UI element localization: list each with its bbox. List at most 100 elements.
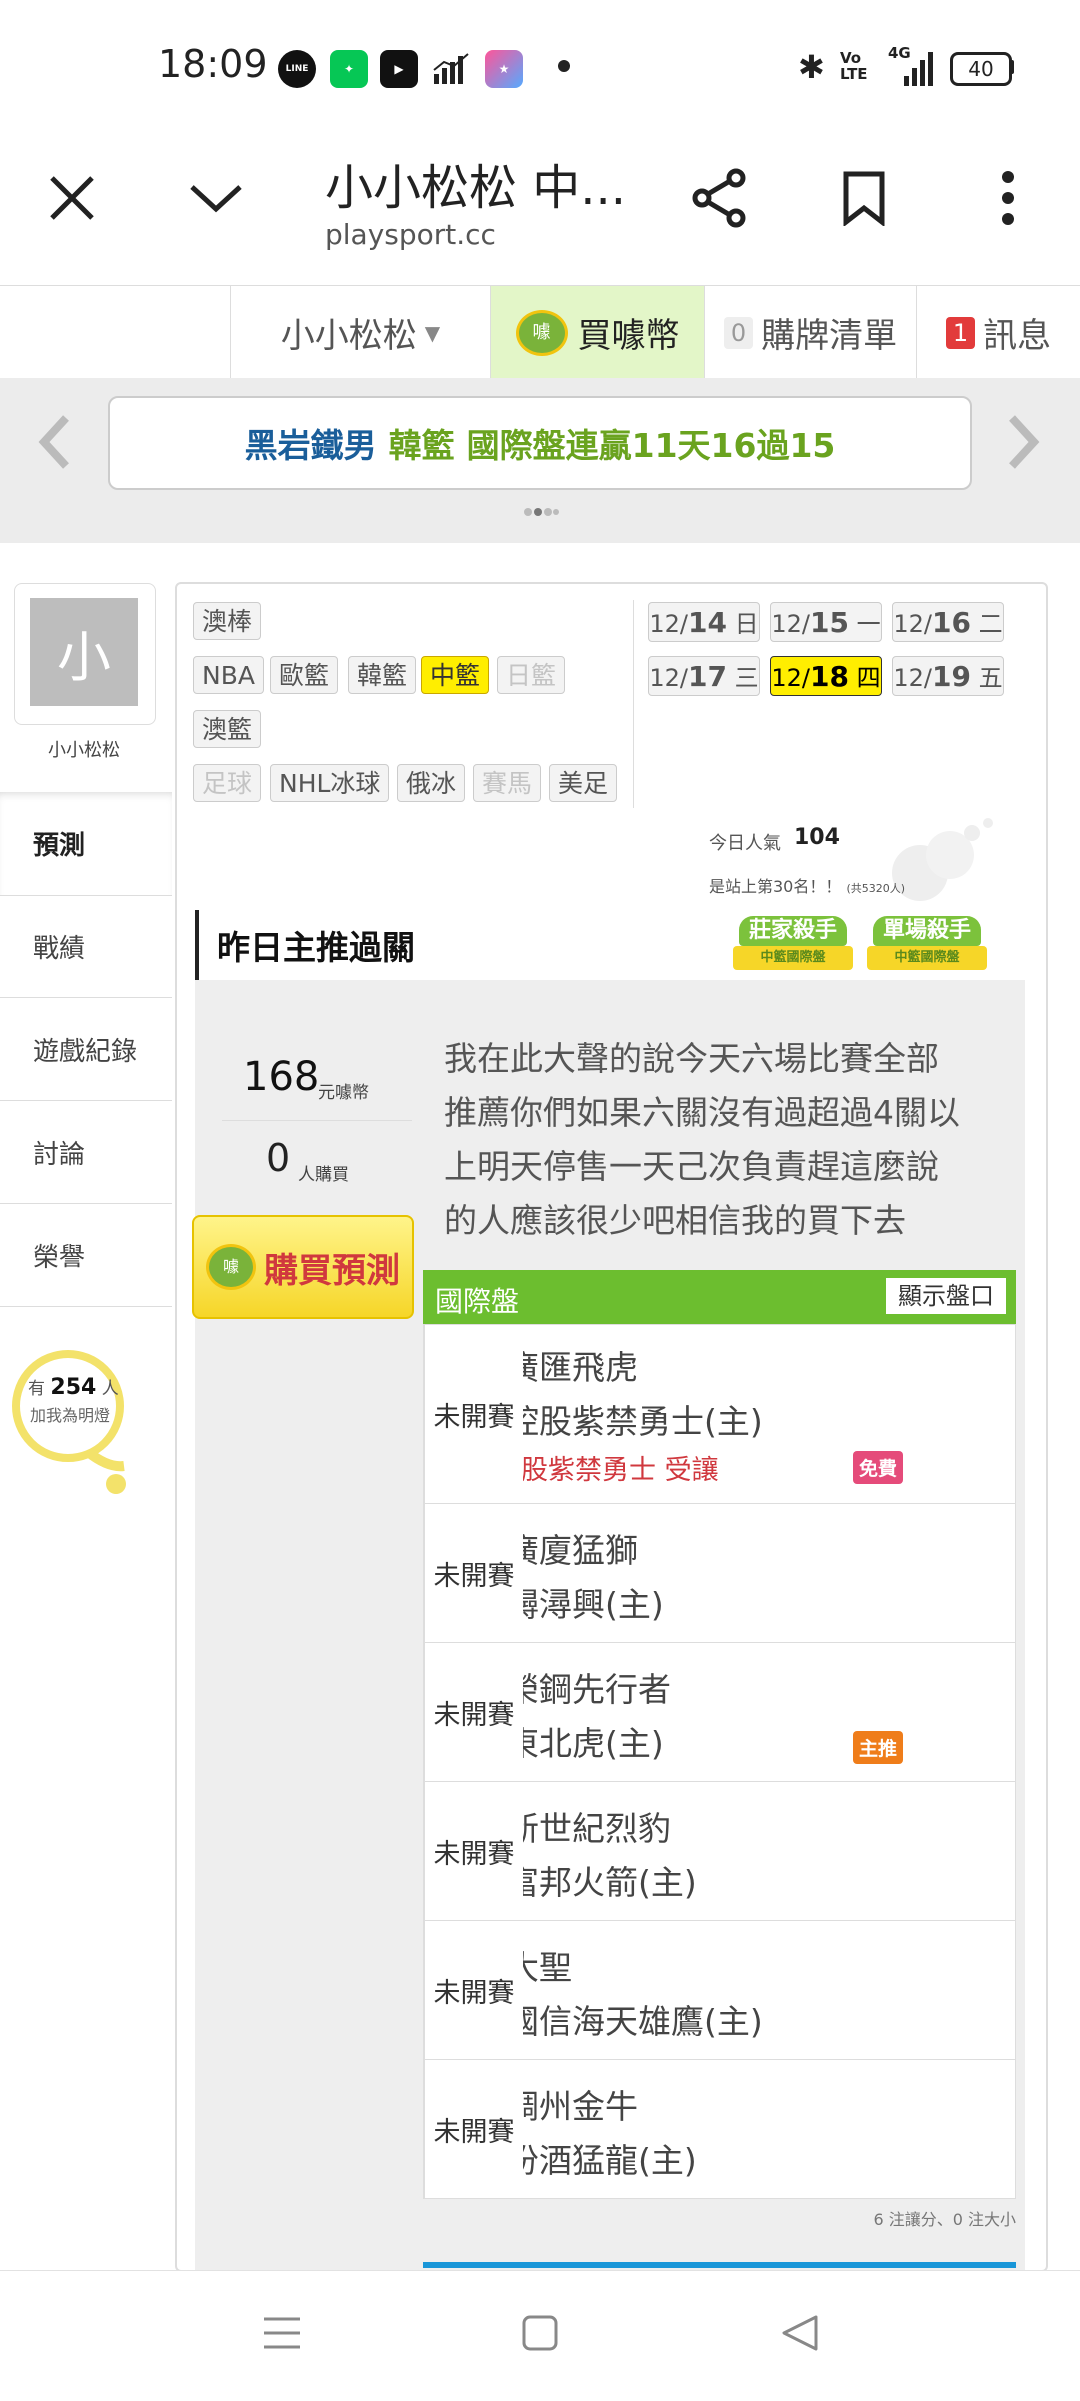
buyer-unit: 人購買 bbox=[298, 1165, 349, 1185]
league-tag-active[interactable]: 中籃 bbox=[421, 656, 490, 694]
game-app-icon: ★ bbox=[485, 50, 523, 88]
recent-apps-icon[interactable] bbox=[262, 2315, 302, 2355]
bookmark-icon[interactable] bbox=[824, 158, 904, 238]
system-nav-bar bbox=[0, 2270, 1080, 2401]
buy-coins-label: 買噱幣 bbox=[577, 316, 680, 356]
signal-icon bbox=[890, 50, 938, 94]
menu-game-log[interactable]: 遊戲紀錄 bbox=[0, 998, 172, 1101]
page-url[interactable]: playsport.cc bbox=[325, 218, 496, 251]
battery-tip bbox=[1009, 60, 1014, 74]
coin-icon: 噱 bbox=[206, 1244, 256, 1290]
league-tag[interactable]: NBA bbox=[193, 656, 264, 694]
table-footer: 6 注讓分、0 注大小 bbox=[873, 2210, 1016, 2229]
divider bbox=[633, 600, 634, 808]
light-caption: 加我為明燈 bbox=[30, 1406, 111, 1425]
date-tab[interactable]: 12/17 三 bbox=[648, 656, 760, 696]
date-tab[interactable]: 12/19 五 bbox=[892, 656, 1004, 696]
league-tag[interactable]: 澳棒 bbox=[193, 602, 262, 640]
table-row[interactable]: 深圳新世紀烈豹 寧波富邦火箭(主) 未開賽 bbox=[424, 1781, 1015, 1920]
award-subtitle: 中籃國際盤 bbox=[867, 946, 987, 970]
price-unit: 元噱幣 bbox=[318, 1083, 369, 1103]
share-icon[interactable] bbox=[680, 158, 760, 238]
volte-icon: Vo LTE bbox=[840, 49, 868, 83]
youtube-icon: ▶ bbox=[380, 50, 418, 88]
close-icon[interactable] bbox=[32, 158, 112, 238]
status-bar: 18:09 LINE ✦ ▶ ★ ✱ Vo LTE 4G 40 bbox=[0, 0, 1080, 120]
date-tab-active[interactable]: 12/18 四 bbox=[770, 656, 882, 696]
messages-label: 訊息 bbox=[983, 316, 1052, 356]
popularity-rank: 是站上第30名！！ (共5320人) bbox=[709, 877, 906, 896]
date-tab[interactable]: 12/14 日 bbox=[648, 602, 760, 642]
divider bbox=[222, 1120, 412, 1121]
more-options-icon[interactable] bbox=[968, 158, 1048, 238]
award-title: 單場殺手 bbox=[873, 916, 981, 946]
light-count: 有 254 人 bbox=[28, 1375, 119, 1400]
banner[interactable]: 黑岩鐵男 韓籃 國際盤連贏11天16過15 bbox=[108, 396, 972, 490]
table-row[interactable]: 浙江廣廈猛獅 福建鱘潯興(主) 未開賽 bbox=[424, 1503, 1015, 1642]
league-tag-disabled: 足球 bbox=[193, 764, 262, 802]
buy-prediction-button[interactable]: 噱 購買預測 bbox=[192, 1215, 414, 1319]
home-icon[interactable] bbox=[522, 2315, 558, 2355]
game-status: 未開賽 bbox=[424, 2060, 523, 2198]
award-subtitle: 中籃國際盤 bbox=[733, 946, 853, 970]
award-badge: 莊家殺手 中籃國際盤 bbox=[733, 912, 853, 974]
table-header: 國際盤 顯示盤口 bbox=[423, 1270, 1016, 1324]
chevron-down-icon[interactable] bbox=[176, 158, 256, 238]
league-tag[interactable]: 韓籃 bbox=[348, 656, 417, 694]
back-icon[interactable] bbox=[780, 2313, 820, 2357]
date-tab[interactable]: 12/16 二 bbox=[892, 602, 1004, 642]
flower-decoration-icon bbox=[880, 815, 1000, 919]
buyer-count: 0 bbox=[266, 1136, 291, 1180]
table-row[interactable]: 南京大聖 青島國信海天雄鷹(主) 未開賽 bbox=[424, 1920, 1015, 2059]
league-tag[interactable]: 美足 bbox=[549, 764, 618, 802]
banner-record: 國際盤連贏11天16過15 bbox=[466, 426, 836, 465]
league-tag[interactable]: 俄冰 bbox=[397, 764, 466, 802]
banner-league: 韓籃 bbox=[388, 426, 455, 465]
table-row[interactable]: 新疆廣匯飛虎 北京控股紫禁勇士(主) 北京控股紫禁勇士 受讓 免費 未開賽 bbox=[424, 1325, 1015, 1503]
site-nav: 小小松松 ▼ 噱 買噱幣 0 購牌清單 1 訊息 bbox=[0, 285, 1080, 380]
page-title: 小小松松 中... bbox=[325, 160, 627, 216]
league-tag[interactable]: 澳籃 bbox=[193, 710, 262, 748]
user-menu[interactable]: 小小松松 ▼ bbox=[230, 286, 490, 379]
table-row[interactable]: 浙江稠州金牛 山西汾酒猛龍(主) 未開賽 bbox=[424, 2059, 1015, 2198]
free-badge: 免費 bbox=[853, 1451, 904, 1484]
messages-button[interactable]: 1 訊息 bbox=[916, 286, 1080, 379]
notification-dot bbox=[558, 60, 570, 72]
table-row[interactable]: 天津榮鋼先行者 吉林東北虎(主) 主推 未開賽 bbox=[424, 1642, 1015, 1781]
award-title: 莊家殺手 bbox=[739, 916, 847, 946]
line-app-icon: LINE bbox=[278, 50, 316, 88]
league-tag[interactable]: NHL冰球 bbox=[270, 764, 390, 802]
cart-button[interactable]: 0 購牌清單 bbox=[704, 286, 916, 379]
popularity-label: 今日人氣 bbox=[709, 833, 781, 854]
chart-icon bbox=[432, 52, 472, 90]
menu-records[interactable]: 戰績 bbox=[0, 895, 172, 998]
banner-prev-icon[interactable] bbox=[36, 412, 72, 476]
user-menu-label: 小小松松 bbox=[280, 316, 417, 356]
game-status: 未開賽 bbox=[424, 1504, 523, 1642]
league-tag[interactable]: 歐籃 bbox=[270, 656, 339, 694]
main-pick-badge: 主推 bbox=[853, 1731, 904, 1764]
league-tag-disabled: 賽馬 bbox=[473, 764, 542, 802]
caret-down-icon: ▼ bbox=[424, 320, 441, 345]
menu-honors[interactable]: 榮譽 bbox=[0, 1204, 172, 1307]
coin-icon: 噱 bbox=[515, 309, 568, 356]
show-odds-button[interactable]: 顯示盤口 bbox=[886, 1278, 1006, 1314]
cart-label: 購牌清單 bbox=[761, 316, 898, 356]
banner-next-icon[interactable] bbox=[1006, 412, 1042, 476]
game-status: 未開賽 bbox=[424, 1325, 523, 1503]
avatar[interactable]: 小 bbox=[30, 598, 138, 706]
menu-discussion[interactable]: 討論 bbox=[0, 1101, 172, 1204]
games-table: 新疆廣匯飛虎 北京控股紫禁勇士(主) 北京控股紫禁勇士 受讓 免費 未開賽 浙江… bbox=[423, 1324, 1016, 2199]
popularity-value: 104 bbox=[794, 825, 840, 850]
battery-icon: 40 bbox=[950, 52, 1012, 86]
cart-count: 0 bbox=[723, 316, 754, 349]
game-status: 未開賽 bbox=[424, 1921, 523, 2059]
banner-pager bbox=[524, 502, 560, 521]
game-status: 未開賽 bbox=[424, 1643, 523, 1781]
buy-coins-button[interactable]: 噱 買噱幣 bbox=[490, 286, 704, 379]
menu-predictions[interactable]: 預測 bbox=[0, 792, 172, 895]
buy-prediction-label: 購買預測 bbox=[264, 1250, 400, 1291]
message-count-badge: 1 bbox=[945, 316, 976, 349]
game-status: 未開賽 bbox=[424, 1782, 523, 1920]
date-tab[interactable]: 12/15 一 bbox=[770, 602, 882, 642]
